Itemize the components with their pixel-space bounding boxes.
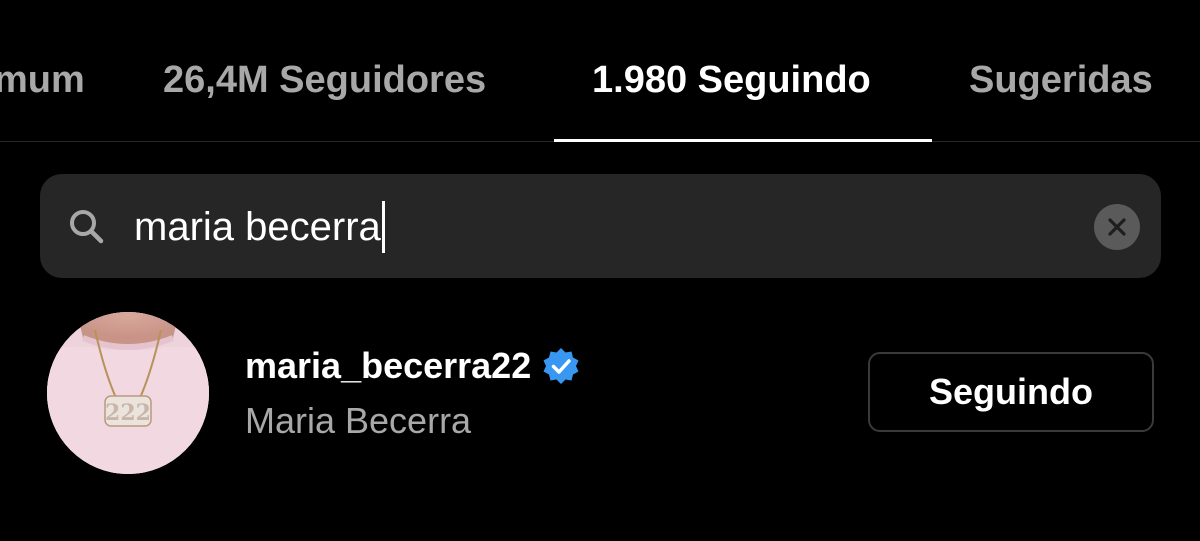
search-icon <box>70 210 104 244</box>
tab-suggested[interactable]: Sugeridas <box>969 54 1153 106</box>
username[interactable]: maria_becerra22 <box>245 345 531 387</box>
search-bar[interactable]: maria becerra <box>40 174 1161 278</box>
tab-mutual[interactable]: mum <box>0 54 85 106</box>
clear-search-button[interactable] <box>1094 204 1140 250</box>
search-input-value: maria becerra <box>134 205 381 249</box>
text-cursor <box>381 201 385 253</box>
search-input[interactable]: maria becerra <box>134 199 385 255</box>
full-name: Maria Becerra <box>245 400 472 441</box>
following-button[interactable]: Seguindo <box>868 352 1154 432</box>
avatar-pendant-text: 222 <box>105 400 151 426</box>
close-icon <box>1108 218 1126 236</box>
verified-badge-icon <box>543 348 579 384</box>
tab-bar: mum 26,4M Seguidores 1.980 Seguindo Suge… <box>0 0 1200 142</box>
active-tab-indicator <box>554 139 932 142</box>
tab-followers[interactable]: 26,4M Seguidores <box>163 54 486 106</box>
avatar[interactable]: 222 <box>47 312 209 474</box>
tab-following[interactable]: 1.980 Seguindo <box>592 54 871 106</box>
username-line: maria_becerra22 <box>245 338 581 394</box>
user-list-item[interactable]: 222 maria_becerra22 Maria Becerra Seguin… <box>0 300 1200 490</box>
avatar-image: 222 <box>47 312 209 474</box>
